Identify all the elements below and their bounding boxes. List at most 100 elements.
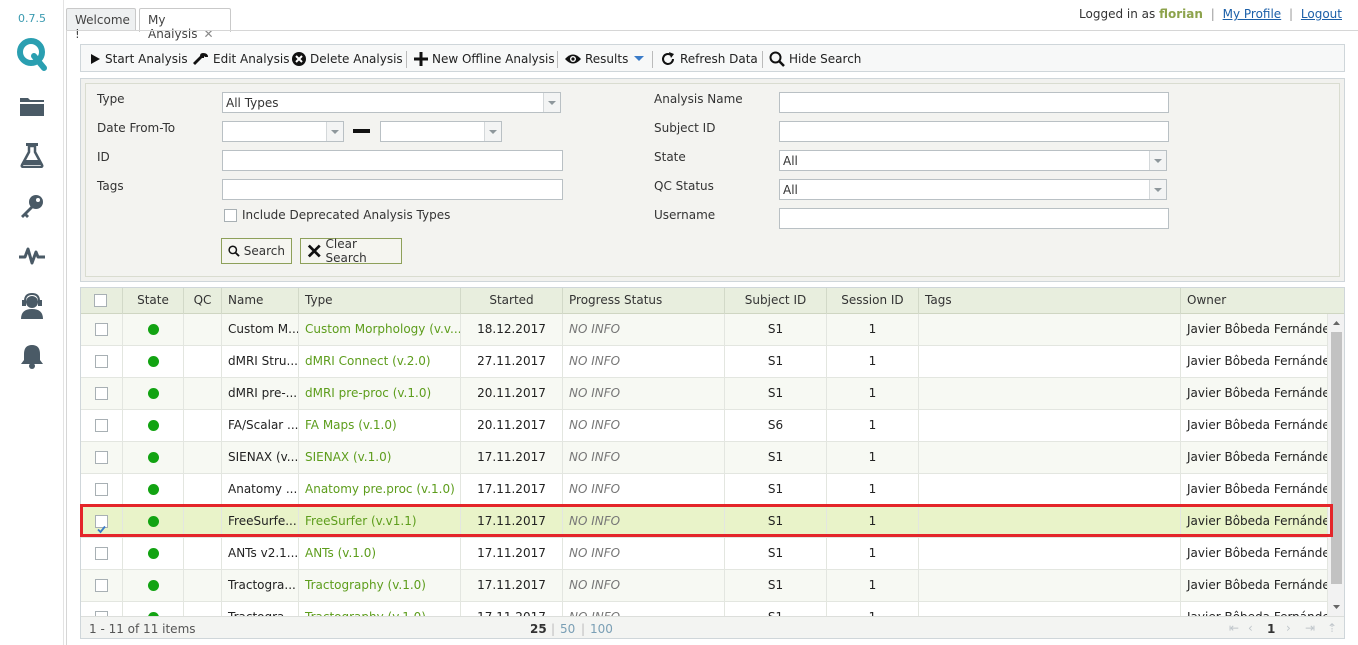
q-logo-icon[interactable] (16, 38, 48, 71)
session-cell: 1 (827, 570, 919, 602)
qc-cell (184, 378, 222, 410)
qc-status-select[interactable]: All (779, 179, 1167, 200)
support-agent-icon[interactable] (16, 290, 48, 322)
row-checkbox[interactable] (95, 579, 108, 592)
chevron-down-icon[interactable] (326, 122, 343, 141)
header-progress-status[interactable]: Progress Status (563, 288, 725, 314)
caret-down-icon (634, 56, 645, 61)
clear-search-button[interactable]: Clear Search (300, 237, 402, 265)
search-icon (228, 245, 240, 257)
search-button[interactable]: Search (221, 238, 292, 264)
state-select[interactable]: All (779, 150, 1167, 171)
chevron-down-icon[interactable] (543, 93, 560, 112)
logout-link[interactable]: Logout (1301, 7, 1342, 21)
user-bar: Logged in as florian | My Profile | Logo… (1079, 7, 1342, 21)
table-row[interactable]: dMRI pre-... dMRI pre-proc (v.1.0) 20.11.2… (81, 378, 1328, 410)
page-size-100[interactable]: 100 (590, 622, 613, 636)
table-row[interactable]: FA/Scalar ... FA Maps (v.1.0) 20.11.2017 NO… (81, 410, 1328, 442)
subject-id-input[interactable] (779, 121, 1169, 142)
results-button[interactable]: Results (565, 49, 650, 69)
start-analysis-button[interactable]: Start Analysis (89, 49, 188, 69)
row-checkbox[interactable] (95, 323, 108, 336)
table-row[interactable]: Anatomy ... Anatomy pre.proc (v.1.0) 17.11… (81, 474, 1328, 506)
version-label: 0.7.5 (18, 12, 46, 25)
header-type[interactable]: Type (299, 288, 461, 314)
date-range-dash (353, 129, 370, 133)
id-input[interactable] (222, 150, 563, 171)
hide-search-button[interactable]: Hide Search (769, 49, 861, 69)
date-from-picker[interactable] (222, 121, 344, 142)
qc-cell (184, 314, 222, 346)
vertical-scrollbar[interactable] (1328, 314, 1344, 616)
header-subject-id[interactable]: Subject ID (725, 288, 827, 314)
include-deprecated-checkbox[interactable] (224, 209, 237, 222)
tab-welcome[interactable]: Welcome ! (66, 8, 136, 41)
page-size-50[interactable]: 50 (560, 622, 575, 636)
key-icon[interactable] (16, 190, 48, 222)
header-tags[interactable]: Tags (919, 288, 1181, 314)
row-checkbox[interactable] (95, 355, 108, 368)
start-analysis-label: Start Analysis (105, 52, 188, 66)
chevron-down-icon[interactable] (1149, 151, 1166, 170)
table-row[interactable]: dMRI Stru... dMRI Connect (v.2.0) 27.11.20… (81, 346, 1328, 378)
chevron-down-icon[interactable] (484, 122, 501, 141)
next-page-icon[interactable]: › (1286, 621, 1291, 635)
name-cell: ANTs v2.1.... (222, 538, 299, 570)
analysis-name-input[interactable] (779, 92, 1169, 113)
header-name[interactable]: Name (222, 288, 299, 314)
refresh-icon (662, 52, 674, 65)
table-row[interactable]: Custom M... Custom Morphology (v.v... 18.1… (81, 314, 1328, 346)
edit-analysis-button[interactable]: Edit Analysis (193, 49, 290, 69)
header-owner[interactable]: Owner (1181, 288, 1344, 314)
scrollbar-thumb[interactable] (1331, 332, 1342, 584)
date-to-picker[interactable] (380, 121, 502, 142)
header-started[interactable]: Started (461, 288, 563, 314)
page-size-sep: | (581, 622, 586, 636)
flask-icon[interactable] (16, 139, 48, 171)
owner-cell: Javier Bôbeda Fernández (1181, 570, 1328, 602)
tab-my-analysis[interactable]: My Analysis ✕ (139, 8, 231, 41)
logged-in-label: Logged in as (1079, 7, 1156, 21)
last-page-icon[interactable]: ⇥ (1305, 621, 1315, 635)
current-page[interactable]: 1 (1267, 622, 1275, 636)
row-checkbox[interactable] (95, 547, 108, 560)
row-checkbox[interactable] (95, 419, 108, 432)
select-all-checkbox[interactable] (94, 294, 107, 307)
header-state[interactable]: State (123, 288, 184, 314)
progress-cell: NO INFO (563, 570, 725, 602)
bell-icon[interactable] (16, 340, 48, 372)
my-profile-link[interactable]: My Profile (1223, 7, 1282, 21)
folder-icon[interactable] (16, 90, 48, 122)
delete-analysis-label: Delete Analysis (310, 52, 403, 66)
tags-input[interactable] (222, 179, 563, 200)
row-checkbox[interactable] (95, 451, 108, 464)
username-input[interactable] (779, 208, 1169, 229)
scroll-top-icon[interactable]: ⇡ (1327, 621, 1337, 635)
scroll-down-icon (1333, 605, 1340, 609)
row-checkbox[interactable] (95, 483, 108, 496)
state-cell (123, 378, 184, 410)
refresh-data-button[interactable]: Refresh Data (660, 49, 758, 69)
prev-page-icon[interactable]: ‹ (1248, 621, 1253, 635)
row-checkbox[interactable] (95, 387, 108, 400)
owner-cell: Javier Bôbeda Fernández (1181, 474, 1328, 506)
table-row[interactable]: SIENAX (v... SIENAX (v.1.0) 17.11.2017 NO I… (81, 442, 1328, 474)
qc-status-select-value: All (783, 183, 798, 197)
first-page-icon[interactable]: ⇤ (1229, 621, 1239, 635)
pulse-icon[interactable] (16, 240, 48, 272)
refresh-data-label: Refresh Data (680, 52, 758, 66)
row-select-cell (81, 378, 123, 410)
chevron-down-icon[interactable] (1149, 180, 1166, 199)
new-offline-analysis-button[interactable]: New Offline Analysis (414, 49, 555, 69)
name-cell: Custom M... (222, 314, 299, 346)
type-select[interactable]: All Types (222, 92, 561, 113)
page-size-25[interactable]: 25 (530, 622, 547, 636)
table-row[interactable]: ANTs v2.1.... ANTs (v.1.0) 17.11.2017 NO IN… (81, 538, 1328, 570)
header-session-id[interactable]: Session ID (827, 288, 919, 314)
table-row[interactable]: Tractogra...Tractography (v.1.0)17.11.20… (81, 570, 1328, 602)
delete-analysis-button[interactable]: Delete Analysis (292, 49, 403, 69)
separator: | (1289, 7, 1294, 21)
header-select-all[interactable] (81, 288, 123, 314)
header-qc[interactable]: QC (184, 288, 222, 314)
state-cell (123, 314, 184, 346)
